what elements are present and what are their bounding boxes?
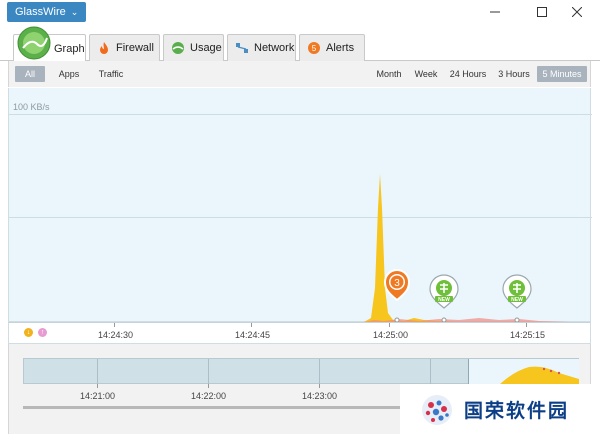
network-icon [236,43,248,53]
new-marker-label: NEW [438,297,450,303]
watermark-text: 国荣软件园 [464,400,570,422]
new-marker-label: NEW [511,297,523,303]
app-menu-button[interactable]: GlassWire ⌄ [7,2,87,22]
close-icon [572,7,582,17]
upload-legend-icon: ↑ [38,328,47,337]
tab-alerts[interactable]: 5 Alerts [299,34,365,61]
time-tick: 14:25:00 [373,330,409,340]
filter-bar: All Apps Traffic Month Week 24 Hours 3 H… [8,61,591,87]
chevron-down-icon: ⌄ [70,7,79,17]
overview-divider [430,359,431,385]
watermark: 国荣软件园 [400,384,600,434]
new-app-marker[interactable]: NEW [502,274,532,322]
overview-time-tick: 14:22:00 [191,391,227,401]
graph-time-axis: ↓ ↑ 14:24:30 14:24:45 14:25:00 14:25:15 [8,322,591,344]
overview-divider [319,359,320,385]
tick-mark [208,384,209,388]
time-tick: 14:24:45 [235,330,271,340]
overview-divider [208,359,209,385]
app-menu-label: GlassWire [15,6,66,18]
tick-mark [389,323,390,327]
new-app-marker[interactable]: NEW [429,274,459,322]
graph-icon [17,26,51,60]
globe-logo-icon [422,395,452,425]
tab-network-label: Network [254,42,295,54]
range-week-button[interactable]: Week [411,66,441,82]
glasswire-window: GlassWire ⌄ Graph Firewall Usage Network… [0,0,600,434]
overview-divider [97,359,98,385]
minimize-icon [490,11,500,13]
traffic-plot: 3 NEW NEW [364,174,569,322]
filter-traffic-button[interactable]: Traffic [93,66,129,82]
tab-graph[interactable]: Graph [13,26,86,62]
range-5-minutes-button[interactable]: 5 Minutes [537,66,587,82]
tick-mark [319,384,320,388]
tab-firewall-label: Firewall [116,42,154,54]
minimize-button[interactable] [478,0,512,24]
alert-count: 5 [312,44,317,53]
close-button[interactable] [560,0,594,24]
usage-icon [172,42,184,54]
time-tick: 14:25:15 [510,330,546,340]
overview-selection-window[interactable] [468,359,579,385]
title-bar: GlassWire ⌄ [0,0,600,26]
overview-mini-plot [499,366,579,385]
filter-apps-button[interactable]: Apps [55,66,83,82]
download-legend-icon: ↓ [24,328,33,337]
time-tick: 14:24:30 [98,330,134,340]
tick-mark [114,323,115,327]
tab-usage-label: Usage [190,42,222,54]
tick-mark [97,384,98,388]
range-month-button[interactable]: Month [373,66,405,82]
tab-firewall[interactable]: Firewall [89,34,160,61]
range-24-hours-button[interactable]: 24 Hours [445,66,491,82]
maximize-button[interactable] [525,0,559,24]
maximize-icon [537,7,547,17]
filter-all-button[interactable]: All [15,66,45,82]
overview-time-tick: 14:23:00 [302,391,338,401]
traffic-graph[interactable]: 100 KB/s 3 NEW NEW [8,88,592,322]
main-tabs: Graph Firewall Usage Network 5 Alerts [0,26,600,62]
tab-graph-label: Graph [54,42,85,55]
tab-usage[interactable]: Usage [163,34,224,61]
overview-timeline[interactable] [23,358,579,385]
alert-marker-count: 3 [394,278,400,289]
tick-mark [251,323,252,327]
flame-icon [100,42,108,54]
overview-time-tick: 14:21:00 [80,391,116,401]
tick-mark [526,323,527,327]
tab-network[interactable]: Network [227,34,296,61]
tab-alerts-label: Alerts [326,42,355,54]
range-3-hours-button[interactable]: 3 Hours [495,66,533,82]
alert-badge-icon: 5 [308,42,320,54]
overview-scrollbar[interactable] [23,406,403,409]
